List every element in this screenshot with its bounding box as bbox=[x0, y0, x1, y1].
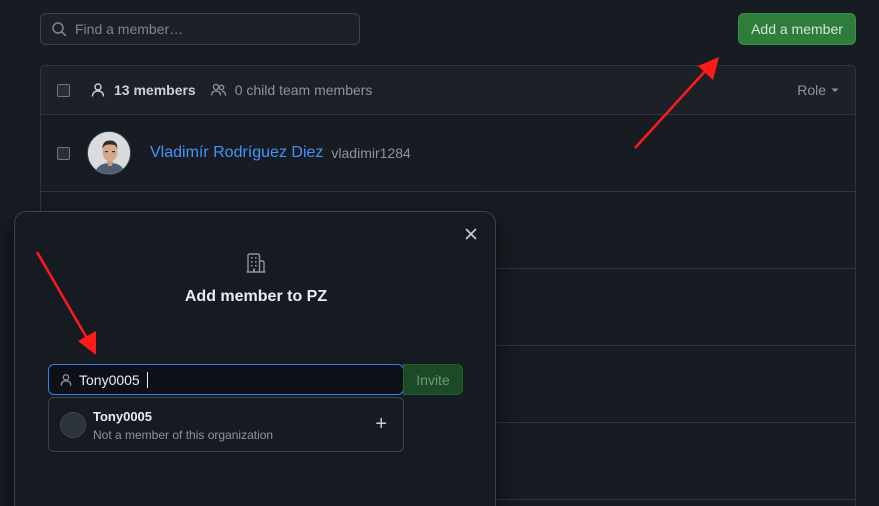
table-row: Vladimír Rodríguez Diez vladimir1284 bbox=[41, 115, 855, 192]
member-login: vladimir1284 bbox=[331, 145, 411, 161]
invite-button[interactable]: Invite bbox=[403, 364, 463, 395]
user-suggestion[interactable]: Tony0005 Not a member of this organizati… bbox=[48, 397, 404, 452]
child-team-members-label: 0 child team members bbox=[234, 82, 373, 98]
suggestion-text: Tony0005 Not a member of this organizati… bbox=[93, 407, 273, 442]
people-icon bbox=[210, 83, 226, 96]
person-icon bbox=[91, 83, 105, 97]
close-button[interactable] bbox=[463, 228, 479, 244]
search-icon bbox=[52, 22, 67, 37]
close-icon bbox=[465, 228, 477, 240]
avatar[interactable] bbox=[87, 131, 131, 175]
organization-icon bbox=[246, 253, 266, 273]
member-name-link[interactable]: Vladimír Rodríguez Diez bbox=[150, 144, 323, 162]
role-filter-dropdown[interactable]: Role bbox=[797, 82, 839, 98]
avatar-photo-image bbox=[88, 132, 130, 174]
invite-member-input[interactable]: Tony0005 bbox=[48, 364, 404, 395]
caret-down-icon bbox=[831, 88, 839, 92]
select-all-checkbox[interactable] bbox=[57, 83, 70, 97]
suggestion-subtitle: Not a member of this organization bbox=[93, 428, 274, 442]
find-member-placeholder: Find a member… bbox=[75, 21, 184, 37]
child-team-members[interactable]: 0 child team members bbox=[210, 82, 373, 98]
find-member-input[interactable]: Find a member… bbox=[40, 13, 360, 45]
add-member-dialog: Add member to PZ Tony0005 Invite Tony000… bbox=[14, 211, 496, 506]
add-member-button[interactable]: Add a member bbox=[738, 13, 856, 45]
invite-input-value: Tony0005 bbox=[79, 371, 140, 388]
plus-icon[interactable]: + bbox=[375, 414, 387, 434]
dialog-title: Add member to PZ bbox=[184, 288, 328, 305]
member-count: 13 members bbox=[90, 82, 196, 98]
role-filter-label: Role bbox=[797, 82, 826, 98]
avatar bbox=[60, 411, 86, 438]
members-list-header: 13 members 0 child team members Role bbox=[41, 66, 855, 115]
member-count-label: 13 members bbox=[114, 82, 196, 98]
row-checkbox[interactable] bbox=[57, 146, 70, 160]
suggestion-username: Tony0005 bbox=[93, 409, 153, 424]
text-caret bbox=[146, 371, 148, 388]
person-icon bbox=[60, 373, 72, 386]
